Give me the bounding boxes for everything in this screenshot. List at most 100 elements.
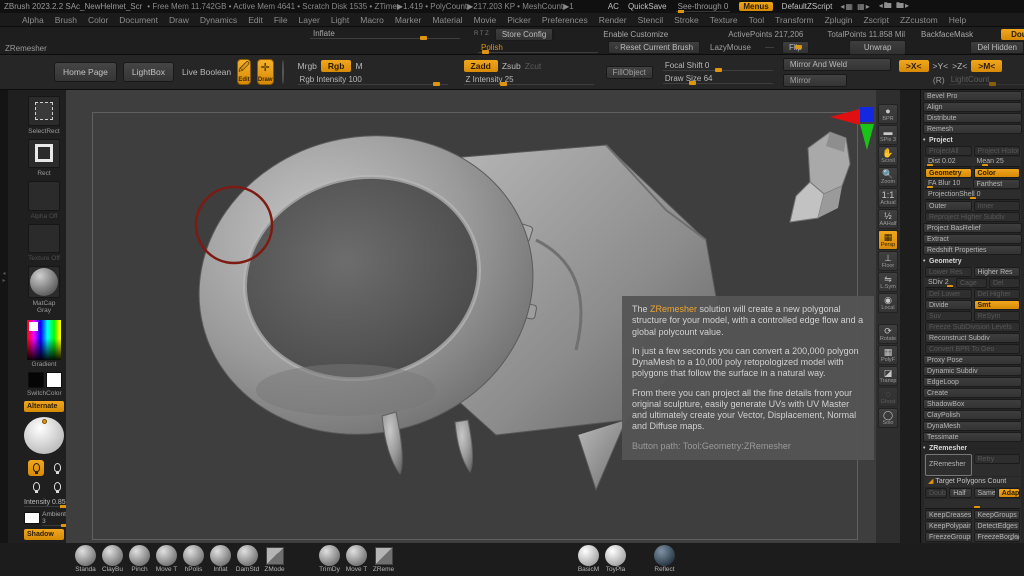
unnamed-slider[interactable] <box>765 47 774 48</box>
solo-button[interactable]: ◯Solo <box>878 408 898 428</box>
polish-slider[interactable]: Polish <box>478 43 598 53</box>
reconstruct-subdiv-button[interactable]: Reconstruct Subdiv <box>925 333 1020 343</box>
menu-stroke[interactable]: Stroke <box>674 15 699 25</box>
rotate-button[interactable]: ⟳Rotate <box>878 324 898 344</box>
selectrect-stroke-button[interactable] <box>28 96 60 126</box>
menu-dynamics[interactable]: Dynamics <box>200 15 237 25</box>
tray-reflect-button[interactable]: Reflect <box>651 545 678 573</box>
menu-macro[interactable]: Macro <box>360 15 384 25</box>
slider-knob[interactable] <box>433 82 440 86</box>
lightcount-slider[interactable]: LightCount <box>949 75 1024 85</box>
mirror-y-toggle[interactable]: >Y< <box>933 61 949 71</box>
tray-toypla-button[interactable]: ToyPla <box>602 545 629 573</box>
floor-button[interactable]: ⊥Floor <box>878 251 898 271</box>
geometry-button[interactable]: Geometry <box>925 168 972 178</box>
light-pin-icon[interactable] <box>42 419 47 424</box>
menu-help[interactable]: Help <box>949 15 966 25</box>
ambient-swatch[interactable] <box>24 512 40 524</box>
same-button[interactable]: Same <box>974 488 996 498</box>
menu-zplugin[interactable]: Zplugin <box>825 15 853 25</box>
menu-file[interactable]: File <box>274 15 288 25</box>
redshift-properties-button[interactable]: Redshift Properties <box>923 245 1022 255</box>
sdiv-2-slider[interactable]: SDiv 2 <box>925 278 954 288</box>
mean-25-slider[interactable]: Mean 25 <box>974 157 1021 167</box>
mirror-button[interactable]: Mirror <box>783 74 847 87</box>
inflate-slider[interactable]: Inflate <box>310 29 460 39</box>
mirror-x-toggle[interactable]: >X< <box>899 60 929 72</box>
slider-knob[interactable] <box>678 10 684 13</box>
menu-transform[interactable]: Transform <box>775 15 813 25</box>
menu-light[interactable]: Light <box>331 15 349 25</box>
keepgroups-button[interactable]: KeepGroups <box>974 510 1021 520</box>
zcut-toggle[interactable]: Zcut <box>525 61 542 71</box>
aahalf-button[interactable]: ½AAHalf <box>878 209 898 229</box>
layout-arrows-icon[interactable]: ◂▦ ▦▸ <box>840 2 870 11</box>
create-button[interactable]: Create <box>923 388 1022 398</box>
spix-3-button[interactable]: ▬SPix 3 <box>878 125 898 145</box>
tray-claybu-button[interactable]: ClayBu <box>99 545 126 573</box>
persp-button[interactable]: ▦Persp <box>878 230 898 250</box>
menu-zzcustom[interactable]: ZZcustom <box>900 15 938 25</box>
dynamesh-button[interactable]: DynaMesh <box>923 421 1022 431</box>
menus-toggle[interactable]: Menus <box>739 2 772 11</box>
higher-res-button[interactable]: Higher Res <box>974 267 1021 277</box>
projectionshell-0-slider[interactable]: ProjectionShell 0 <box>925 190 1020 200</box>
switchcolor-label[interactable]: SwitchColor <box>27 390 61 397</box>
ac-button[interactable]: AC <box>608 2 619 11</box>
light-intensity-slider[interactable]: Intensity 0.85 <box>24 499 68 507</box>
m-toggle[interactable]: M <box>355 61 362 71</box>
claypolish-button[interactable]: ClayPolish <box>923 410 1022 420</box>
slider-knob[interactable] <box>989 82 996 86</box>
defaultzscript-button[interactable]: DefaultZScript <box>782 2 833 11</box>
align-button[interactable]: Align <box>923 102 1022 112</box>
bpr-button[interactable]: ●BPR <box>878 104 898 124</box>
menu-tool[interactable]: Tool <box>749 15 765 25</box>
outer-button[interactable]: Outer <box>925 201 972 211</box>
dynamic-subdiv-button[interactable]: Dynamic Subdiv <box>923 366 1022 376</box>
tray-zreme-button[interactable]: ZReme <box>370 545 397 573</box>
l-sym-button[interactable]: ⇋L.Sym <box>878 272 898 292</box>
tessimate-button[interactable]: Tessimate <box>923 432 1022 442</box>
section-header-zremesher[interactable]: ZRemesher <box>923 443 1022 454</box>
rgb-intensity-slider[interactable]: Rgb Intensity 100 <box>298 75 448 85</box>
tray-basicm-button[interactable]: BasicM <box>575 545 602 573</box>
transp-button[interactable]: ◪Transp <box>878 366 898 386</box>
menu-layer[interactable]: Layer <box>299 15 320 25</box>
lazymouse-button[interactable]: LazyMouse <box>710 43 751 52</box>
material-slot-button[interactable] <box>28 266 60 297</box>
config-field[interactable] <box>553 30 555 39</box>
slider-knob[interactable] <box>420 36 427 40</box>
edit-mode-button[interactable]: 🖉Edit <box>237 59 251 85</box>
backfacemask-button[interactable]: BackfaceMask <box>921 30 973 39</box>
half-button[interactable]: Half <box>949 488 971 498</box>
actual-button[interactable]: 1:1Actual <box>878 188 898 208</box>
secondary-color-swatch[interactable] <box>46 372 62 388</box>
local-button[interactable]: ◉Local <box>878 293 898 313</box>
ghost-button[interactable]: ◌Ghost <box>878 387 898 407</box>
tray-trimdy-button[interactable]: TrimDy <box>316 545 343 573</box>
edgeloop-button[interactable]: EdgeLoop <box>923 377 1022 387</box>
focal-shift-slider[interactable]: Focal Shift 0 <box>663 61 773 71</box>
tray-damstd-button[interactable]: DamStd <box>234 545 261 573</box>
tray-zmode-button[interactable]: ZMode <box>261 545 288 573</box>
del-hidden-button[interactable]: Del Hidden <box>970 41 1024 54</box>
dist-0-02-slider[interactable]: Dist 0.02 <box>925 157 972 167</box>
light-3-bulb-icon[interactable] <box>28 479 44 495</box>
panel-scroll-arrows[interactable]: ▲▼ <box>1008 536 1022 542</box>
zremesher-button[interactable]: ZRemesher <box>925 454 972 476</box>
freezegroups-button[interactable]: FreezeGroups <box>925 532 972 542</box>
light-placement-sphere[interactable] <box>24 417 64 454</box>
main-color-swatch[interactable] <box>28 372 44 388</box>
menu-document[interactable]: Document <box>119 15 158 25</box>
slider-knob[interactable] <box>689 81 696 85</box>
keeppolypaint-button[interactable]: KeepPolypaint <box>925 521 972 531</box>
draw-size-slider[interactable]: Draw Size 64 <box>663 74 773 84</box>
mirror-m-toggle[interactable]: >M< <box>971 60 1002 72</box>
remesh-button[interactable]: Remesh <box>923 124 1022 134</box>
detectedges-button[interactable]: DetectEdges <box>974 521 1021 531</box>
slider-knob[interactable] <box>982 164 988 167</box>
live-boolean-toggle[interactable]: Live Boolean <box>182 67 231 77</box>
keepcreases-button[interactable]: KeepCreases <box>925 510 972 520</box>
texture-slot-button[interactable] <box>28 224 60 254</box>
menu-edit[interactable]: Edit <box>248 15 263 25</box>
